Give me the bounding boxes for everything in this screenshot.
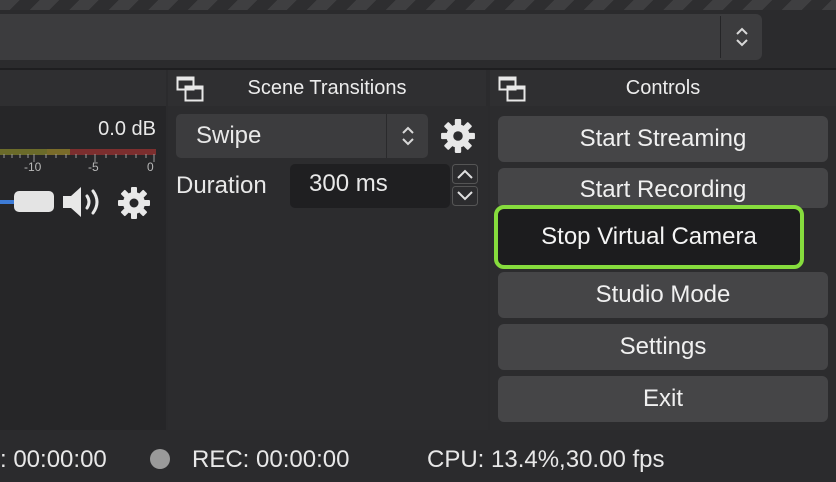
controls-titlebar: Controls	[490, 70, 836, 106]
gear-icon[interactable]	[117, 186, 151, 220]
cpu-fps-readout: CPU: 13.4%,30.00 fps	[427, 446, 665, 473]
record-indicator-icon	[150, 449, 170, 469]
panel-title: Controls	[625, 76, 701, 99]
stop-virtual-camera-button[interactable]: Stop Virtual Camera	[494, 205, 804, 269]
meter-tick-label: 0	[147, 160, 154, 174]
scene-select-combo[interactable]	[0, 14, 762, 60]
meter-tick-label: -5	[88, 160, 99, 174]
live-timer: : 00:00:00	[0, 446, 107, 473]
volume-fader-handle[interactable]	[14, 191, 54, 212]
window-top-stripe	[0, 0, 836, 10]
rec-timer: REC: 00:00:00	[192, 446, 350, 473]
dock-undock-icon[interactable]	[176, 76, 204, 102]
settings-button[interactable]: Settings	[498, 324, 828, 370]
volume-db-label: 0.0 dB	[98, 118, 156, 140]
transition-select-value: Swipe	[196, 122, 262, 149]
meter-tick-label: -10	[24, 160, 42, 174]
studio-mode-button[interactable]: Studio Mode	[498, 272, 828, 318]
audio-mixer-titlebar	[0, 70, 166, 106]
dock-undock-icon[interactable]	[498, 76, 526, 102]
speaker-icon[interactable]	[60, 184, 108, 220]
exit-button[interactable]: Exit	[498, 376, 828, 422]
chevron-down-icon[interactable]	[452, 186, 478, 206]
status-bar	[0, 432, 836, 482]
duration-value: 300 ms	[309, 170, 388, 197]
scene-transitions-titlebar: Scene Transitions	[168, 70, 486, 106]
duration-label: Duration	[176, 172, 267, 199]
panel-title: Scene Transitions	[247, 76, 407, 99]
start-streaming-button[interactable]: Start Streaming	[498, 116, 828, 162]
chevron-up-down-icon[interactable]	[386, 114, 428, 158]
chevron-up-down-icon[interactable]	[720, 16, 762, 58]
gear-icon[interactable]	[440, 118, 476, 154]
start-recording-button[interactable]: Start Recording	[498, 168, 828, 208]
chevron-up-icon[interactable]	[452, 164, 478, 184]
